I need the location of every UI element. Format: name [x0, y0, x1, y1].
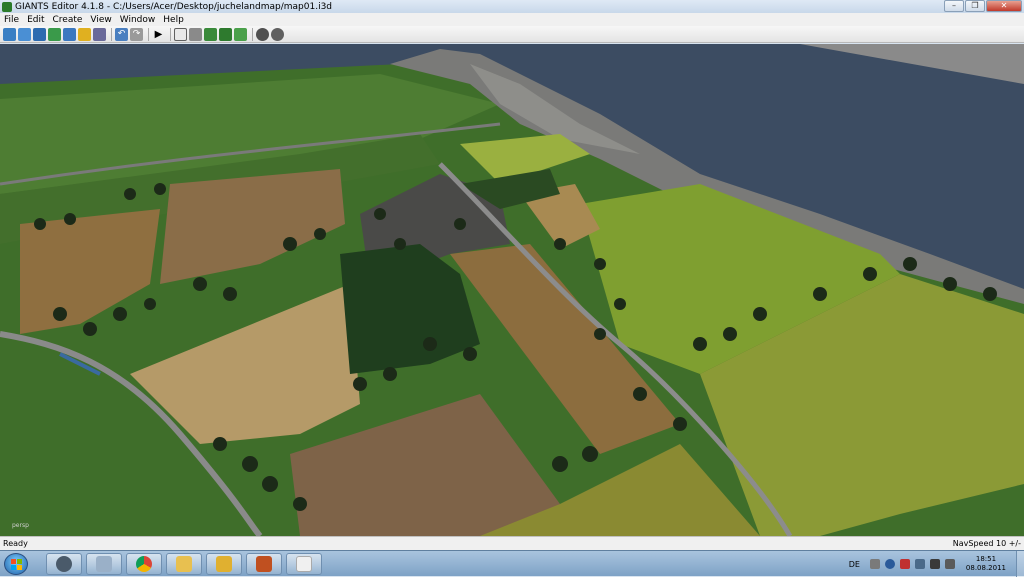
- settings-icon[interactable]: [256, 27, 269, 41]
- terrain-paint-icon[interactable]: [204, 27, 217, 41]
- new-icon[interactable]: [3, 27, 16, 41]
- select-mode-icon[interactable]: [174, 27, 187, 41]
- taskbar: DE 18:51 08.08.2011: [0, 550, 1024, 577]
- action-center-icon[interactable]: [899, 559, 910, 569]
- open-icon[interactable]: [18, 27, 31, 41]
- 3d-viewport[interactable]: persp: [0, 44, 1024, 536]
- clock-time: 18:51: [975, 555, 997, 563]
- taskbar-chrome[interactable]: [126, 553, 162, 575]
- menu-create[interactable]: Create: [49, 15, 87, 25]
- system-clock[interactable]: 18:51 08.08.2011: [966, 555, 1006, 573]
- import-icon[interactable]: [78, 27, 91, 41]
- game-icon: [256, 556, 272, 572]
- giants-editor-window: GIANTS Editor 4.1.8 - C:/Users/Acer/Desk…: [0, 0, 1024, 577]
- undo-icon[interactable]: ↶: [115, 27, 128, 41]
- mail-icon: [216, 556, 232, 572]
- toolbar-separator: [148, 27, 149, 41]
- status-text: Ready: [3, 539, 28, 548]
- signal-icon[interactable]: [929, 559, 940, 569]
- volume-icon[interactable]: [914, 559, 925, 569]
- taskbar-mail[interactable]: [206, 553, 242, 575]
- calculator-icon: [96, 556, 112, 572]
- menu-bar: File Edit Create View Window Help: [0, 13, 1024, 26]
- battery-icon[interactable]: [944, 559, 955, 569]
- paint-icon: [296, 556, 312, 572]
- redo-icon[interactable]: ↷: [130, 27, 143, 41]
- print-icon[interactable]: [93, 27, 106, 41]
- menu-window[interactable]: Window: [116, 15, 160, 25]
- save-icon[interactable]: [33, 27, 46, 41]
- translate-icon[interactable]: [189, 27, 202, 41]
- explorer-icon: [176, 556, 192, 572]
- toolbar-separator: [170, 27, 171, 41]
- taskbar-explorer[interactable]: [166, 553, 202, 575]
- chrome-icon: [136, 556, 152, 572]
- save-as-icon[interactable]: [48, 27, 61, 41]
- taskbar-calculator[interactable]: [86, 553, 122, 575]
- menu-view[interactable]: View: [86, 15, 115, 25]
- toolbar-separator: [252, 27, 253, 41]
- export-icon[interactable]: [63, 27, 76, 41]
- close-button[interactable]: ✕: [986, 0, 1022, 12]
- steam-icon: [56, 556, 72, 572]
- taskbar-paint[interactable]: [286, 553, 322, 575]
- menu-edit[interactable]: Edit: [23, 15, 48, 25]
- taskbar-game[interactable]: [246, 553, 282, 575]
- windows-start-icon: [11, 559, 22, 570]
- menu-help[interactable]: Help: [159, 15, 188, 25]
- terrain-sculpt-icon[interactable]: [219, 27, 232, 41]
- menu-file[interactable]: File: [0, 15, 23, 25]
- minimize-button[interactable]: –: [944, 0, 964, 12]
- clock-date: 08.08.2011: [965, 564, 1006, 572]
- system-tray: DE 18:51 08.08.2011: [849, 551, 1014, 577]
- toolbar-separator: [111, 27, 112, 41]
- app-icon: [2, 1, 12, 12]
- taskbar-steam[interactable]: [46, 553, 82, 575]
- network-icon[interactable]: [884, 559, 895, 569]
- toolbar: ↶ ↷ ▶: [0, 26, 1024, 43]
- foliage-paint-icon[interactable]: [234, 27, 247, 41]
- language-indicator[interactable]: DE: [849, 560, 860, 569]
- maximize-button[interactable]: ❐: [965, 0, 985, 12]
- nav-speed: NavSpeed 10 +/-: [952, 539, 1021, 548]
- window-title: GIANTS Editor 4.1.8 - C:/Users/Acer/Desk…: [15, 1, 333, 12]
- tray-expand-icon[interactable]: [869, 559, 880, 569]
- start-button[interactable]: [4, 553, 28, 575]
- camera-label: persp: [12, 522, 29, 529]
- show-desktop-button[interactable]: [1016, 551, 1024, 577]
- terrain-scene: [0, 44, 1024, 536]
- play-icon[interactable]: ▶: [152, 28, 165, 41]
- status-bar: Ready NavSpeed 10 +/-: [0, 536, 1024, 550]
- title-bar: GIANTS Editor 4.1.8 - C:/Users/Acer/Desk…: [0, 0, 1024, 13]
- refresh-icon[interactable]: [271, 27, 284, 41]
